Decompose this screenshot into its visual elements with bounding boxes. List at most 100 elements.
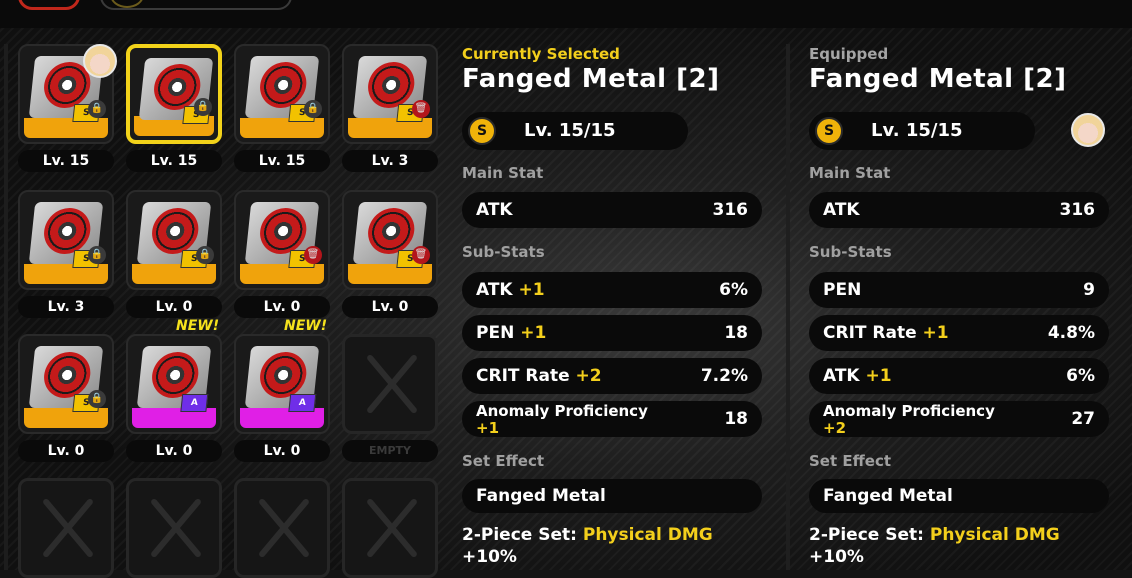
selected-disc-name: Fanged Metal [2] [462,64,720,94]
equipped-agent-avatar [1071,113,1105,147]
sub-stat-label: CRIT Rate [823,323,917,343]
lock-icon[interactable]: 🔒 [194,98,212,116]
sub-stats-title: Sub-Stats [462,243,545,261]
record-icon [365,208,417,254]
sub-stat-label-group: Anomaly Proficiency +2 [823,403,995,437]
sub-stat-row: ATK +1 6% [462,272,762,308]
sub-stat-label-group: PEN +1 [476,315,546,351]
piece-label: 2-Piece Set: [809,525,924,545]
sub-stat-value: 6% [1066,366,1095,386]
trash-icon[interactable]: 🗑 [304,246,322,264]
piece-effect-value: +10% [809,547,864,567]
sub-stat-upgrade-count: +1 [865,366,892,386]
set-effect-title: Set Effect [462,452,545,470]
disc-card: S 🔒 [234,44,330,144]
lock-icon[interactable]: 🔒 [88,246,106,264]
main-stat-title: Main Stat [462,164,544,182]
set-name-row[interactable]: Fanged Metal [462,479,762,513]
equipped-disc-panel: Equipped Fanged Metal [2] S Lv. 15/15 Ma… [809,44,1109,567]
disc-level: Lv. 0 [234,296,330,318]
piece-label: 2-Piece Set: [462,525,577,545]
sub-stat-label: Anomaly Proficiency [823,402,995,420]
new-badge: NEW! [284,318,328,334]
sub-stat-value: 27 [1071,409,1095,429]
rank-s-icon: S [815,117,843,145]
sub-stat-upgrade-count: +2 [575,366,602,386]
disc-card-selected: S 🔒 [126,44,222,144]
new-badge: NEW! [176,318,220,334]
sub-stat-label: PEN [823,280,862,300]
record-icon [257,352,309,398]
disc-card: S 🔒 [18,334,114,434]
piece-effect-stat: Physical DMG [929,525,1060,545]
sub-stat-row: PEN +1 18 [462,315,762,351]
empty-slot-x-icon [234,478,330,578]
record-icon [41,352,93,398]
set-name: Fanged Metal [823,486,953,506]
panel-divider [786,44,790,570]
rank-s-icon: S [468,117,496,145]
trash-icon[interactable]: 🗑 [412,100,430,118]
trash-icon[interactable]: 🗑 [412,246,430,264]
piece-effect-value: +10% [462,547,517,567]
sub-stat-label-group: CRIT Rate +1 [823,315,949,351]
disc-level: Lv. 15 [126,150,222,172]
set-name-row[interactable]: Fanged Metal [809,479,1109,513]
lock-icon[interactable]: 🔒 [88,390,106,408]
top-tab-active[interactable] [18,0,80,10]
piece-effect-stat: Physical DMG [582,525,713,545]
sub-stat-upgrade-count: +1 [922,323,949,343]
drive-disc-icon: A [136,346,212,412]
top-bar [0,0,1132,28]
sub-stat-label-group: PEN [823,272,861,308]
disc-level: Lv. 3 [18,296,114,318]
main-stat-value: 316 [712,200,749,220]
disc-level: Lv. 15 [18,150,114,172]
equipped-disc-name: Fanged Metal [2] [809,64,1067,94]
filter-icon [110,0,144,8]
empty-slot-x-icon [126,478,222,578]
lock-icon[interactable]: 🔒 [88,100,106,118]
sub-stat-label: ATK [476,280,513,300]
set-effect-title: Set Effect [809,452,892,470]
record-icon [257,208,309,254]
lock-icon[interactable]: 🔒 [304,100,322,118]
left-scroll-track [4,44,8,570]
top-filter-pill[interactable] [100,0,292,10]
equipped-level-pill: S Lv. 15/15 [809,112,1035,150]
sub-stat-upgrade-count: +2 [823,419,847,437]
main-stat-value: 316 [1059,200,1096,220]
empty-slot-x-icon [342,478,438,578]
sub-stat-value: 6% [719,280,748,300]
equipped-label: Equipped [809,45,889,63]
disc-level: Lv. 3 [342,150,438,172]
empty-slot-x-icon [18,478,114,578]
disc-card: S 🔒 [126,190,222,290]
disc-card: S 🔒 [18,190,114,290]
sub-stat-value: 7.2% [700,366,748,386]
disc-level: Lv. 15 [234,150,330,172]
disc-card: A [126,334,222,434]
empty-slot-x-icon [342,334,438,434]
sub-stat-value: 9 [1083,280,1095,300]
sub-stat-label: CRIT Rate [476,366,570,386]
main-stat-label: ATK [823,200,860,220]
rank-badge: A [288,394,317,412]
record-icon [149,352,201,398]
disc-level: Lv. 0 [234,440,330,462]
sub-stat-value: 4.8% [1047,323,1095,343]
sub-stats-title: Sub-Stats [809,243,892,261]
record-icon [365,62,417,108]
sub-stat-row: CRIT Rate +1 4.8% [809,315,1109,351]
sub-stat-upgrade-count: +1 [520,323,547,343]
drive-disc-icon: A [244,346,320,412]
sub-stat-label: PEN [476,323,515,343]
disc-level: Lv. 0 [342,296,438,318]
sub-stat-row: CRIT Rate +2 7.2% [462,358,762,394]
sub-stat-label-group: Anomaly Proficiency +1 [476,403,648,437]
piece-effect: 2-Piece Set: Physical DMG +10% [462,524,713,568]
lock-icon[interactable]: 🔒 [196,246,214,264]
disc-card: S 🗑 [342,44,438,144]
main-stat-row: ATK 316 [462,192,762,228]
sub-stat-label-group: ATK +1 [476,272,545,308]
